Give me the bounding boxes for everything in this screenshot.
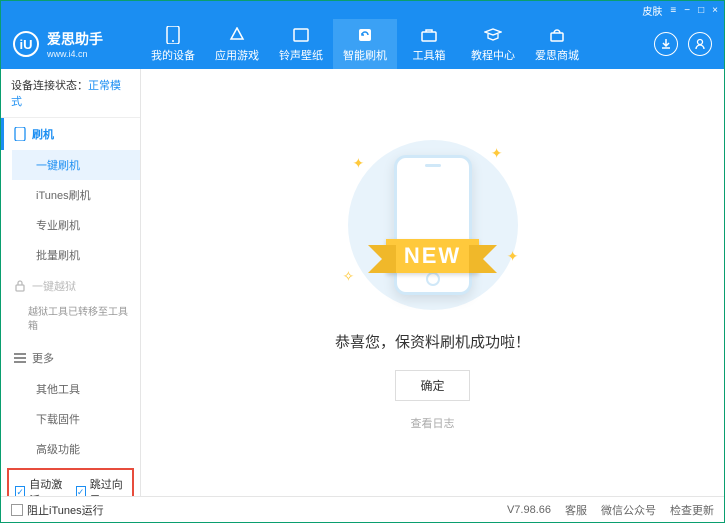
checkbox-label: 阻止iTunes运行	[27, 502, 104, 518]
check-update-link[interactable]: 检查更新	[670, 502, 714, 518]
header-actions	[654, 32, 724, 56]
success-illustration: ✦✦✧✦ NEW	[323, 135, 543, 315]
tutorial-icon	[484, 26, 502, 44]
sidebar-item-other-tools[interactable]: 其他工具	[12, 374, 140, 404]
nav-label: 我的设备	[151, 47, 195, 63]
close-button[interactable]: ×	[712, 5, 718, 16]
checkbox-label: 跳过向导	[90, 476, 126, 496]
nav-ringtones[interactable]: 铃声壁纸	[269, 19, 333, 69]
confirm-button[interactable]: 确定	[395, 370, 469, 401]
sidebar-item-itunes-flash[interactable]: iTunes刷机	[12, 180, 140, 210]
device-status: 设备连接状态：正常模式	[1, 69, 140, 118]
app-name: 爱思助手	[47, 29, 103, 49]
success-message: 恭喜您，保资料刷机成功啦！	[335, 331, 530, 352]
minimize-button[interactable]: −	[684, 5, 690, 16]
nav-apps[interactable]: 应用游戏	[205, 19, 269, 69]
sidebar-section-label: 刷机	[32, 126, 54, 142]
jailbreak-note: 越狱工具已转移至工具箱	[4, 302, 140, 342]
nav-label: 工具箱	[413, 47, 446, 63]
title-bar: 皮肤 ≡ − □ ×	[1, 1, 724, 19]
sidebar-item-batch-flash[interactable]: 批量刷机	[12, 240, 140, 270]
store-icon	[548, 26, 566, 44]
app-window: 皮肤 ≡ − □ × iU 爱思助手 www.i4.cn 我的设备 应用游戏 铃	[0, 0, 725, 523]
app-url: www.i4.cn	[47, 49, 103, 59]
checkbox-highlight-area: ✓自动激活 ✓跳过向导	[7, 468, 134, 496]
sidebar-item-download-firmware[interactable]: 下载固件	[12, 404, 140, 434]
user-button[interactable]	[688, 32, 712, 56]
sidebar-section-label: 更多	[32, 350, 54, 366]
download-button[interactable]	[654, 32, 678, 56]
checkbox-label: 自动激活	[29, 476, 65, 496]
header: iU 爱思助手 www.i4.cn 我的设备 应用游戏 铃声壁纸 智能刷机	[1, 19, 724, 69]
phone-icon	[14, 127, 26, 141]
logo: iU 爱思助手 www.i4.cn	[1, 29, 141, 59]
auto-activate-checkbox[interactable]: ✓自动激活	[15, 476, 66, 496]
nav-store[interactable]: 爱思商城	[525, 19, 589, 69]
status-label: 设备连接状态：	[11, 80, 88, 92]
sidebar-item-pro-flash[interactable]: 专业刷机	[12, 210, 140, 240]
sidebar-jailbreak-header[interactable]: 一键越狱	[4, 270, 140, 302]
logo-icon: iU	[13, 31, 39, 57]
body: 设备连接状态：正常模式 刷机 一键刷机 iTunes刷机 专业刷机 批量刷机 一…	[1, 69, 724, 496]
sidebar-item-advanced[interactable]: 高级功能	[12, 434, 140, 464]
nav-tutorials[interactable]: 教程中心	[461, 19, 525, 69]
skin-button[interactable]: 皮肤	[642, 3, 662, 18]
block-itunes-checkbox[interactable]: 阻止iTunes运行	[11, 502, 104, 518]
wallpaper-icon	[292, 26, 310, 44]
nav-label: 铃声壁纸	[279, 47, 323, 63]
nav-label: 智能刷机	[343, 47, 387, 63]
sidebar-more-header[interactable]: 更多	[4, 342, 140, 374]
phone-graphic	[394, 155, 472, 295]
nav-flash[interactable]: 智能刷机	[333, 19, 397, 69]
nav-label: 应用游戏	[215, 47, 259, 63]
nav-my-device[interactable]: 我的设备	[141, 19, 205, 69]
nav-label: 爱思商城	[535, 47, 579, 63]
sidebar: 设备连接状态：正常模式 刷机 一键刷机 iTunes刷机 专业刷机 批量刷机 一…	[1, 69, 141, 496]
phone-icon	[164, 26, 182, 44]
apps-icon	[228, 26, 246, 44]
customer-service-link[interactable]: 客服	[565, 502, 587, 518]
sidebar-flash-header[interactable]: 刷机	[1, 118, 140, 150]
flash-icon	[356, 26, 374, 44]
maximize-button[interactable]: □	[698, 5, 704, 16]
main-content: ✦✦✧✦ NEW 恭喜您，保资料刷机成功啦！ 确定 查看日志	[141, 69, 724, 496]
toolbox-icon	[420, 26, 438, 44]
skip-guide-checkbox[interactable]: ✓跳过向导	[76, 476, 127, 496]
sidebar-section-label: 一键越狱	[32, 278, 76, 294]
nav-toolbox[interactable]: 工具箱	[397, 19, 461, 69]
lock-icon	[14, 280, 26, 292]
footer: 阻止iTunes运行 V7.98.66 客服 微信公众号 检查更新	[1, 496, 724, 522]
menu-button[interactable]: ≡	[670, 5, 676, 16]
list-icon	[14, 353, 26, 363]
nav-label: 教程中心	[471, 47, 515, 63]
wechat-link[interactable]: 微信公众号	[601, 502, 656, 518]
main-nav: 我的设备 应用游戏 铃声壁纸 智能刷机 工具箱 教程中心	[141, 19, 654, 69]
version-label: V7.98.66	[507, 504, 551, 516]
new-ribbon: NEW	[386, 239, 479, 273]
view-log-link[interactable]: 查看日志	[411, 415, 455, 431]
sidebar-item-oneclick-flash[interactable]: 一键刷机	[12, 150, 140, 180]
